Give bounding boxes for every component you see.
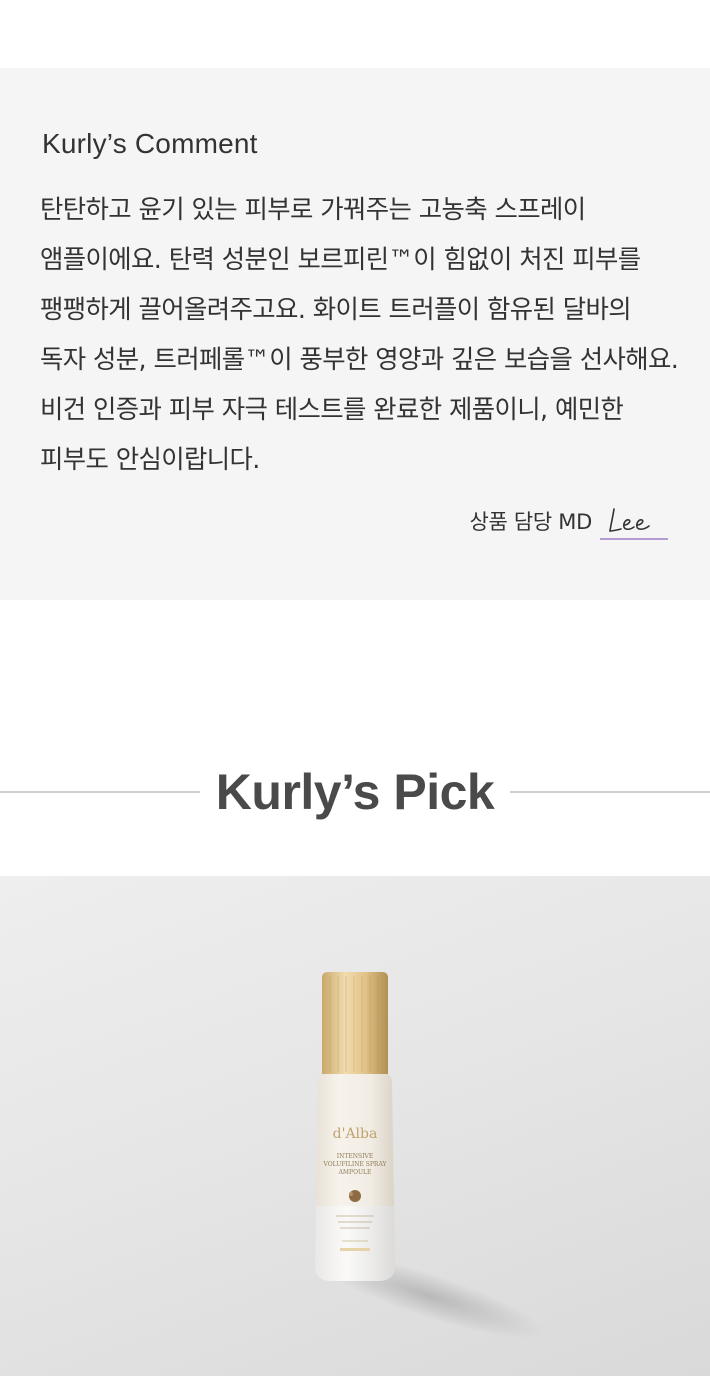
comment-body: 탄탄하고 윤기 있는 피부로 가꿔주는 고농축 스프레이 앰플이에요. 탄력 성… [40, 194, 679, 474]
product-photo: d'Alba INTENSIVE VOLUFILINE SPRAY AMPOUL… [0, 876, 710, 1376]
md-signature [600, 500, 668, 542]
truffle-emblem-icon [349, 1190, 361, 1202]
kurly-pick-header: Kurly’s Pick [0, 752, 710, 832]
bottle-line-3: AMPOULE [338, 1169, 372, 1176]
bottle-line-2: VOLUFILINE SPRAY [323, 1161, 388, 1168]
comment-title: Kurly’s Comment [42, 128, 258, 159]
bottle-brand: d'Alba [333, 1126, 378, 1142]
md-signature-row: 상품 담당 MD [469, 500, 668, 542]
spray-ampoule-bottle-image: d'Alba INTENSIVE VOLUFILINE SPRAY AMPOUL… [315, 972, 545, 1339]
bottle-line-1: INTENSIVE [337, 1153, 373, 1160]
signature-image [600, 508, 668, 540]
pick-divider-right [510, 791, 710, 793]
md-label: 상품 담당 MD [469, 510, 592, 534]
